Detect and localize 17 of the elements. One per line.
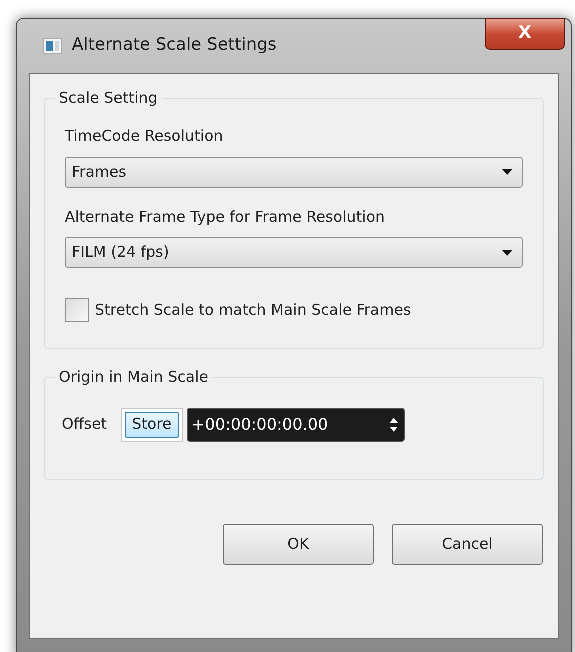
checkbox-label: Stretch Scale to match Main Scale Frames bbox=[95, 300, 412, 321]
window-title: Alternate Scale Settings bbox=[72, 34, 277, 58]
dropdown[interactable]: Frames bbox=[65, 156, 523, 188]
spin-arrows-icon bbox=[390, 418, 398, 432]
caret-icon bbox=[502, 250, 513, 256]
dropdown[interactable]: FILM (24 fps) bbox=[65, 237, 523, 268]
checkbox[interactable] bbox=[65, 298, 89, 322]
offset-label: Offset bbox=[62, 414, 108, 436]
dialog-button[interactable]: OK bbox=[223, 524, 374, 565]
caret-icon bbox=[502, 169, 513, 175]
field-label: Alternate Frame Type for Frame Resolution bbox=[65, 206, 386, 228]
dialog-button[interactable]: Cancel bbox=[392, 524, 543, 565]
offset-spinbox[interactable]: +00:00:00:00.00 bbox=[186, 408, 405, 442]
field-label: TimeCode Resolution bbox=[65, 126, 224, 147]
close-button[interactable]: X bbox=[485, 18, 565, 50]
store-button[interactable]: Store bbox=[125, 412, 179, 438]
window-icon bbox=[43, 38, 62, 54]
